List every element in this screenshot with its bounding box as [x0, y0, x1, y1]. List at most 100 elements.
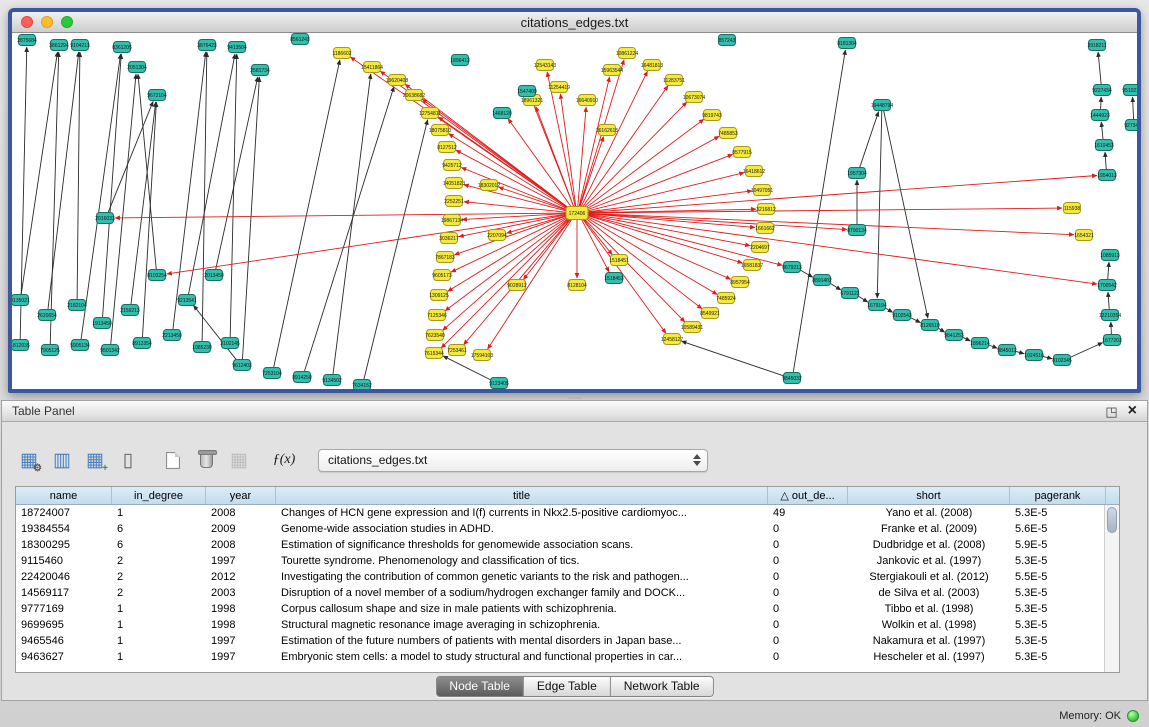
network-node[interactable]: 9028912 [507, 280, 527, 291]
network-node[interactable]: 7253461 [447, 345, 467, 356]
network-edge[interactable] [188, 54, 235, 295]
network-node[interactable]: 10589431 [681, 322, 703, 333]
network-node[interactable]: 2016033 [95, 213, 115, 224]
network-node[interactable]: 3861294 [49, 40, 69, 51]
network-node[interactable]: 8561243 [290, 34, 310, 45]
network-node[interactable]: 12543143 [534, 60, 556, 71]
table-row[interactable]: 1938455462009Genome-wide association stu… [16, 521, 1104, 537]
close-panel-icon[interactable]: × [1128, 403, 1137, 419]
network-node[interactable]: 16581837 [741, 260, 763, 271]
network-node[interactable]: 1444923 [1090, 110, 1110, 121]
network-edge[interactable] [582, 102, 687, 210]
tab-edge-table[interactable]: Edge Table [524, 677, 611, 696]
network-node[interactable]: 2207094 [487, 230, 507, 241]
network-node[interactable]: 11283751 [663, 75, 685, 86]
network-edge[interactable] [1105, 152, 1106, 170]
network-node[interactable]: 1468120 [492, 108, 512, 119]
network-node[interactable]: 1957304 [847, 168, 867, 179]
network-node[interactable]: 8128104 [567, 280, 587, 291]
network-node[interactable]: 1700542 [1097, 280, 1117, 291]
network-node[interactable]: 1024510 [1024, 350, 1044, 361]
network-node[interactable]: 9819743 [702, 110, 722, 121]
network-node[interactable]: 19448794 [871, 100, 893, 111]
network-edge[interactable] [1108, 292, 1109, 310]
zoom-button[interactable] [61, 16, 73, 28]
network-node[interactable]: 3036217 [439, 233, 459, 244]
table-row[interactable]: 946362711997Embryonic stem cells: a mode… [16, 649, 1104, 665]
tab-node-table[interactable]: Node Table [436, 677, 524, 696]
network-canvas[interactable]: 1724061186602154118641962040820638682127… [12, 33, 1137, 389]
network-node[interactable]: 2620654 [37, 310, 57, 321]
network-node[interactable]: 8361205 [112, 42, 132, 53]
network-edge[interactable] [216, 77, 258, 270]
float-panel-icon[interactable]: ◳ [1105, 405, 1117, 418]
network-node[interactable]: 7125346 [427, 310, 447, 321]
network-edge[interactable] [464, 202, 570, 213]
network-edge[interactable] [582, 217, 685, 323]
network-node[interactable]: 1085230 [192, 342, 212, 353]
network-node[interactable]: 1610453 [1094, 140, 1114, 151]
row-view-icon[interactable]: ▯ [115, 447, 141, 473]
column-header-out_degree[interactable]: △ out_de... [768, 487, 848, 504]
network-node[interactable]: 12754811 [419, 108, 441, 119]
network-node[interactable]: 2252251 [444, 196, 464, 207]
network-node[interactable]: 1896413 [450, 55, 470, 66]
network-node[interactable]: 1677203 [1102, 335, 1122, 346]
network-edge[interactable] [333, 74, 371, 375]
network-edge[interactable] [304, 87, 394, 373]
network-node[interactable]: 16640910 [576, 95, 598, 106]
network-edge[interactable] [364, 120, 428, 380]
network-edge[interactable] [508, 119, 573, 209]
network-node[interactable]: 8790134 [847, 225, 867, 236]
network-window-titlebar[interactable]: citations_edges.txt [12, 12, 1137, 33]
network-edge[interactable] [1133, 97, 1134, 120]
column-header-year[interactable]: year [206, 487, 276, 504]
network-node[interactable]: 9227434 [1092, 85, 1112, 96]
table-row[interactable]: 1456911722003Disruption of a novel membe… [16, 585, 1104, 601]
network-node[interactable]: 3876423 [197, 40, 217, 51]
network-node[interactable]: 9425712 [442, 160, 462, 171]
network-node[interactable]: 3216812 [756, 204, 776, 215]
network-node[interactable]: 2875684 [17, 35, 37, 46]
network-edge[interactable] [1101, 97, 1102, 110]
network-edge[interactable] [273, 60, 339, 368]
network-node[interactable]: 19867134 [441, 215, 463, 226]
network-node[interactable]: 8549921 [700, 308, 720, 319]
network-node[interactable]: 8577915 [732, 147, 752, 158]
network-node[interactable]: 7485924 [716, 293, 736, 304]
function-builder-icon[interactable]: ƒ(x) [271, 447, 297, 473]
network-node[interactable]: 9104213 [70, 40, 90, 51]
network-edge[interactable] [859, 112, 878, 169]
network-edge[interactable] [583, 215, 717, 294]
network-node[interactable]: 172406 [566, 207, 588, 220]
network-node[interactable]: 20638682 [403, 90, 425, 101]
network-edge[interactable] [242, 77, 259, 360]
network-node[interactable]: 1954013 [1097, 170, 1117, 181]
column-header-in_degree[interactable]: in_degree [112, 487, 206, 504]
network-edge[interactable] [1101, 122, 1103, 140]
table-row[interactable]: 969969511998Structural magnetic resonanc… [16, 617, 1104, 633]
network-edge[interactable] [583, 215, 730, 279]
network-node[interactable]: 857243 [719, 35, 736, 46]
network-node[interactable]: 2013450 [204, 270, 224, 281]
network-node[interactable]: 15411864 [361, 62, 383, 73]
table-row[interactable]: 1830029562008Estimation of significance … [16, 537, 1104, 553]
network-node[interactable]: 2204697 [750, 242, 770, 253]
network-node[interactable]: 8679213 [782, 262, 802, 273]
split-pane-handle[interactable] [568, 395, 582, 399]
network-node[interactable]: 9672104 [147, 90, 167, 101]
network-node[interactable]: 9612403 [232, 360, 252, 371]
network-edge[interactable] [1068, 343, 1102, 359]
network-node[interactable]: 8912354 [132, 338, 152, 349]
network-node[interactable]: 9845032 [782, 373, 802, 384]
network-edge[interactable] [202, 52, 207, 342]
network-node[interactable]: 8102345 [1052, 355, 1072, 366]
network-node[interactable]: 12458127 [661, 334, 683, 345]
network-node[interactable]: 7253104 [262, 368, 282, 379]
network-table-dropdown[interactable]: citations_edges.txt [318, 449, 708, 472]
network-node[interactable]: 1518451 [609, 255, 629, 266]
network-node[interactable]: 1518453 [604, 273, 624, 284]
network-node[interactable]: 1679194 [867, 300, 887, 311]
network-node[interactable]: 16481813 [641, 60, 663, 71]
scrollbar-thumb[interactable] [1107, 507, 1117, 533]
